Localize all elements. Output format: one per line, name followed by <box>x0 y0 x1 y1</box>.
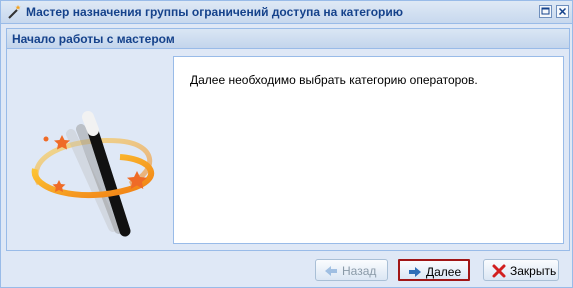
panel-body: Далее необходимо выбрать категорию опера… <box>7 49 569 250</box>
window-titlebar[interactable]: Мастер назначения группы ограничений дос… <box>1 1 572 24</box>
close-window-button[interactable] <box>556 5 569 18</box>
magic-wand-illustration <box>31 111 155 237</box>
next-button[interactable]: Далее <box>398 259 470 281</box>
back-button[interactable]: Назад <box>315 259 388 281</box>
arrow-right-icon <box>409 267 421 277</box>
close-button-label: Закрыть <box>510 264 557 278</box>
red-x-icon <box>492 264 506 278</box>
window-title: Мастер назначения группы ограничений дос… <box>26 5 403 19</box>
content-area: Далее необходимо выбрать категорию опера… <box>173 56 564 244</box>
wizard-window: Мастер назначения группы ограничений дос… <box>0 0 573 288</box>
maximize-icon <box>541 7 550 15</box>
instruction-text: Далее необходимо выбрать категорию опера… <box>190 73 478 87</box>
next-button-label: Далее <box>426 265 462 279</box>
arrow-left-icon <box>325 266 337 276</box>
panel-title: Начало работы с мастером <box>12 32 175 46</box>
magic-wand-icon <box>8 5 21 19</box>
panel-header: Начало работы с мастером <box>7 29 569 49</box>
close-icon <box>558 7 567 16</box>
wizard-panel: Начало работы с мастером Далее необходим… <box>6 28 570 251</box>
back-button-label: Назад <box>342 264 377 278</box>
close-button[interactable]: Закрыть <box>483 259 559 281</box>
maximize-button[interactable] <box>539 5 552 18</box>
